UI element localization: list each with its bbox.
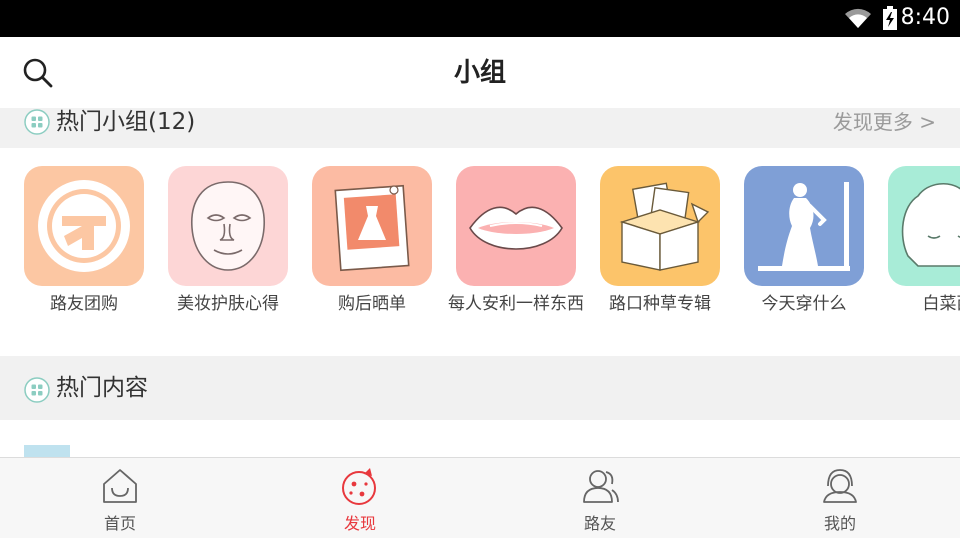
page-title: 小组	[453, 58, 506, 88]
section-title: 热门小组(12)	[56, 109, 196, 135]
group-item-recommend[interactable]: 每人安利一样东西	[448, 166, 600, 315]
group-item-outfit[interactable]: 今天穿什么	[744, 166, 888, 315]
groups-section-header: 热门小组(12) 发现更多 >	[0, 108, 960, 148]
tab-label: 路友	[583, 514, 616, 533]
group-label: 每人安利一样东西	[448, 294, 584, 314]
hot-groups-list: 路友团购 美妆护肤心得 购后晒单 每人安利一样东西 路口种草专辑 今天穿什么 白…	[0, 148, 960, 356]
group-item-cabbage[interactable]: 白菜西	[888, 166, 960, 315]
discover-icon	[342, 468, 376, 505]
mirror-icon	[758, 182, 850, 271]
group-item-seeding[interactable]: 路口种草专辑	[600, 166, 744, 315]
tab-label: 发现	[343, 514, 376, 533]
box-icon	[619, 182, 710, 271]
group-label: 白菜西	[922, 294, 960, 314]
cabbage-icon	[901, 183, 960, 267]
logo-icon	[38, 180, 130, 272]
tab-friends[interactable]: 路友	[480, 458, 720, 539]
content-thumbnail[interactable]	[24, 445, 70, 457]
face-mask-icon	[191, 181, 265, 271]
grid-icon	[24, 377, 50, 403]
group-label: 今天穿什么	[761, 294, 847, 314]
tab-label: 我的	[823, 514, 856, 533]
group-item-lu-you-tuan-gou[interactable]: 路友团购	[24, 166, 168, 315]
lips-icon	[469, 206, 563, 250]
grid-icon	[24, 109, 50, 135]
group-item-haul[interactable]: 购后晒单	[312, 166, 456, 315]
group-item-makeup[interactable]: 美妆护肤心得	[168, 166, 312, 315]
group-label: 美妆护肤心得	[177, 294, 279, 314]
status-time: 8:40	[900, 5, 950, 30]
wifi-icon	[845, 8, 871, 28]
friends-icon	[583, 470, 619, 503]
content-section-header: 热门内容	[0, 356, 960, 420]
tab-home[interactable]: 首页	[0, 458, 240, 539]
discover-more-link[interactable]: 发现更多 >	[833, 108, 936, 136]
group-label: 路友团购	[50, 294, 118, 314]
dress-photo-icon	[334, 184, 410, 272]
group-label: 购后晒单	[338, 294, 406, 314]
section-title: 热门内容	[56, 375, 148, 401]
battery-icon	[883, 6, 897, 30]
bottom-tab-bar: 首页 发现 路友 我的	[0, 457, 960, 538]
search-icon[interactable]	[22, 57, 54, 89]
tab-discover[interactable]: 发现	[240, 458, 480, 539]
home-icon	[103, 469, 137, 503]
hot-content-list	[0, 420, 960, 457]
status-bar: 8:40	[0, 0, 960, 37]
tab-profile[interactable]: 我的	[720, 458, 960, 539]
tab-label: 首页	[103, 514, 136, 533]
group-label: 路口种草专辑	[609, 294, 711, 314]
profile-icon	[823, 469, 857, 503]
top-bar: 小组	[0, 37, 960, 109]
